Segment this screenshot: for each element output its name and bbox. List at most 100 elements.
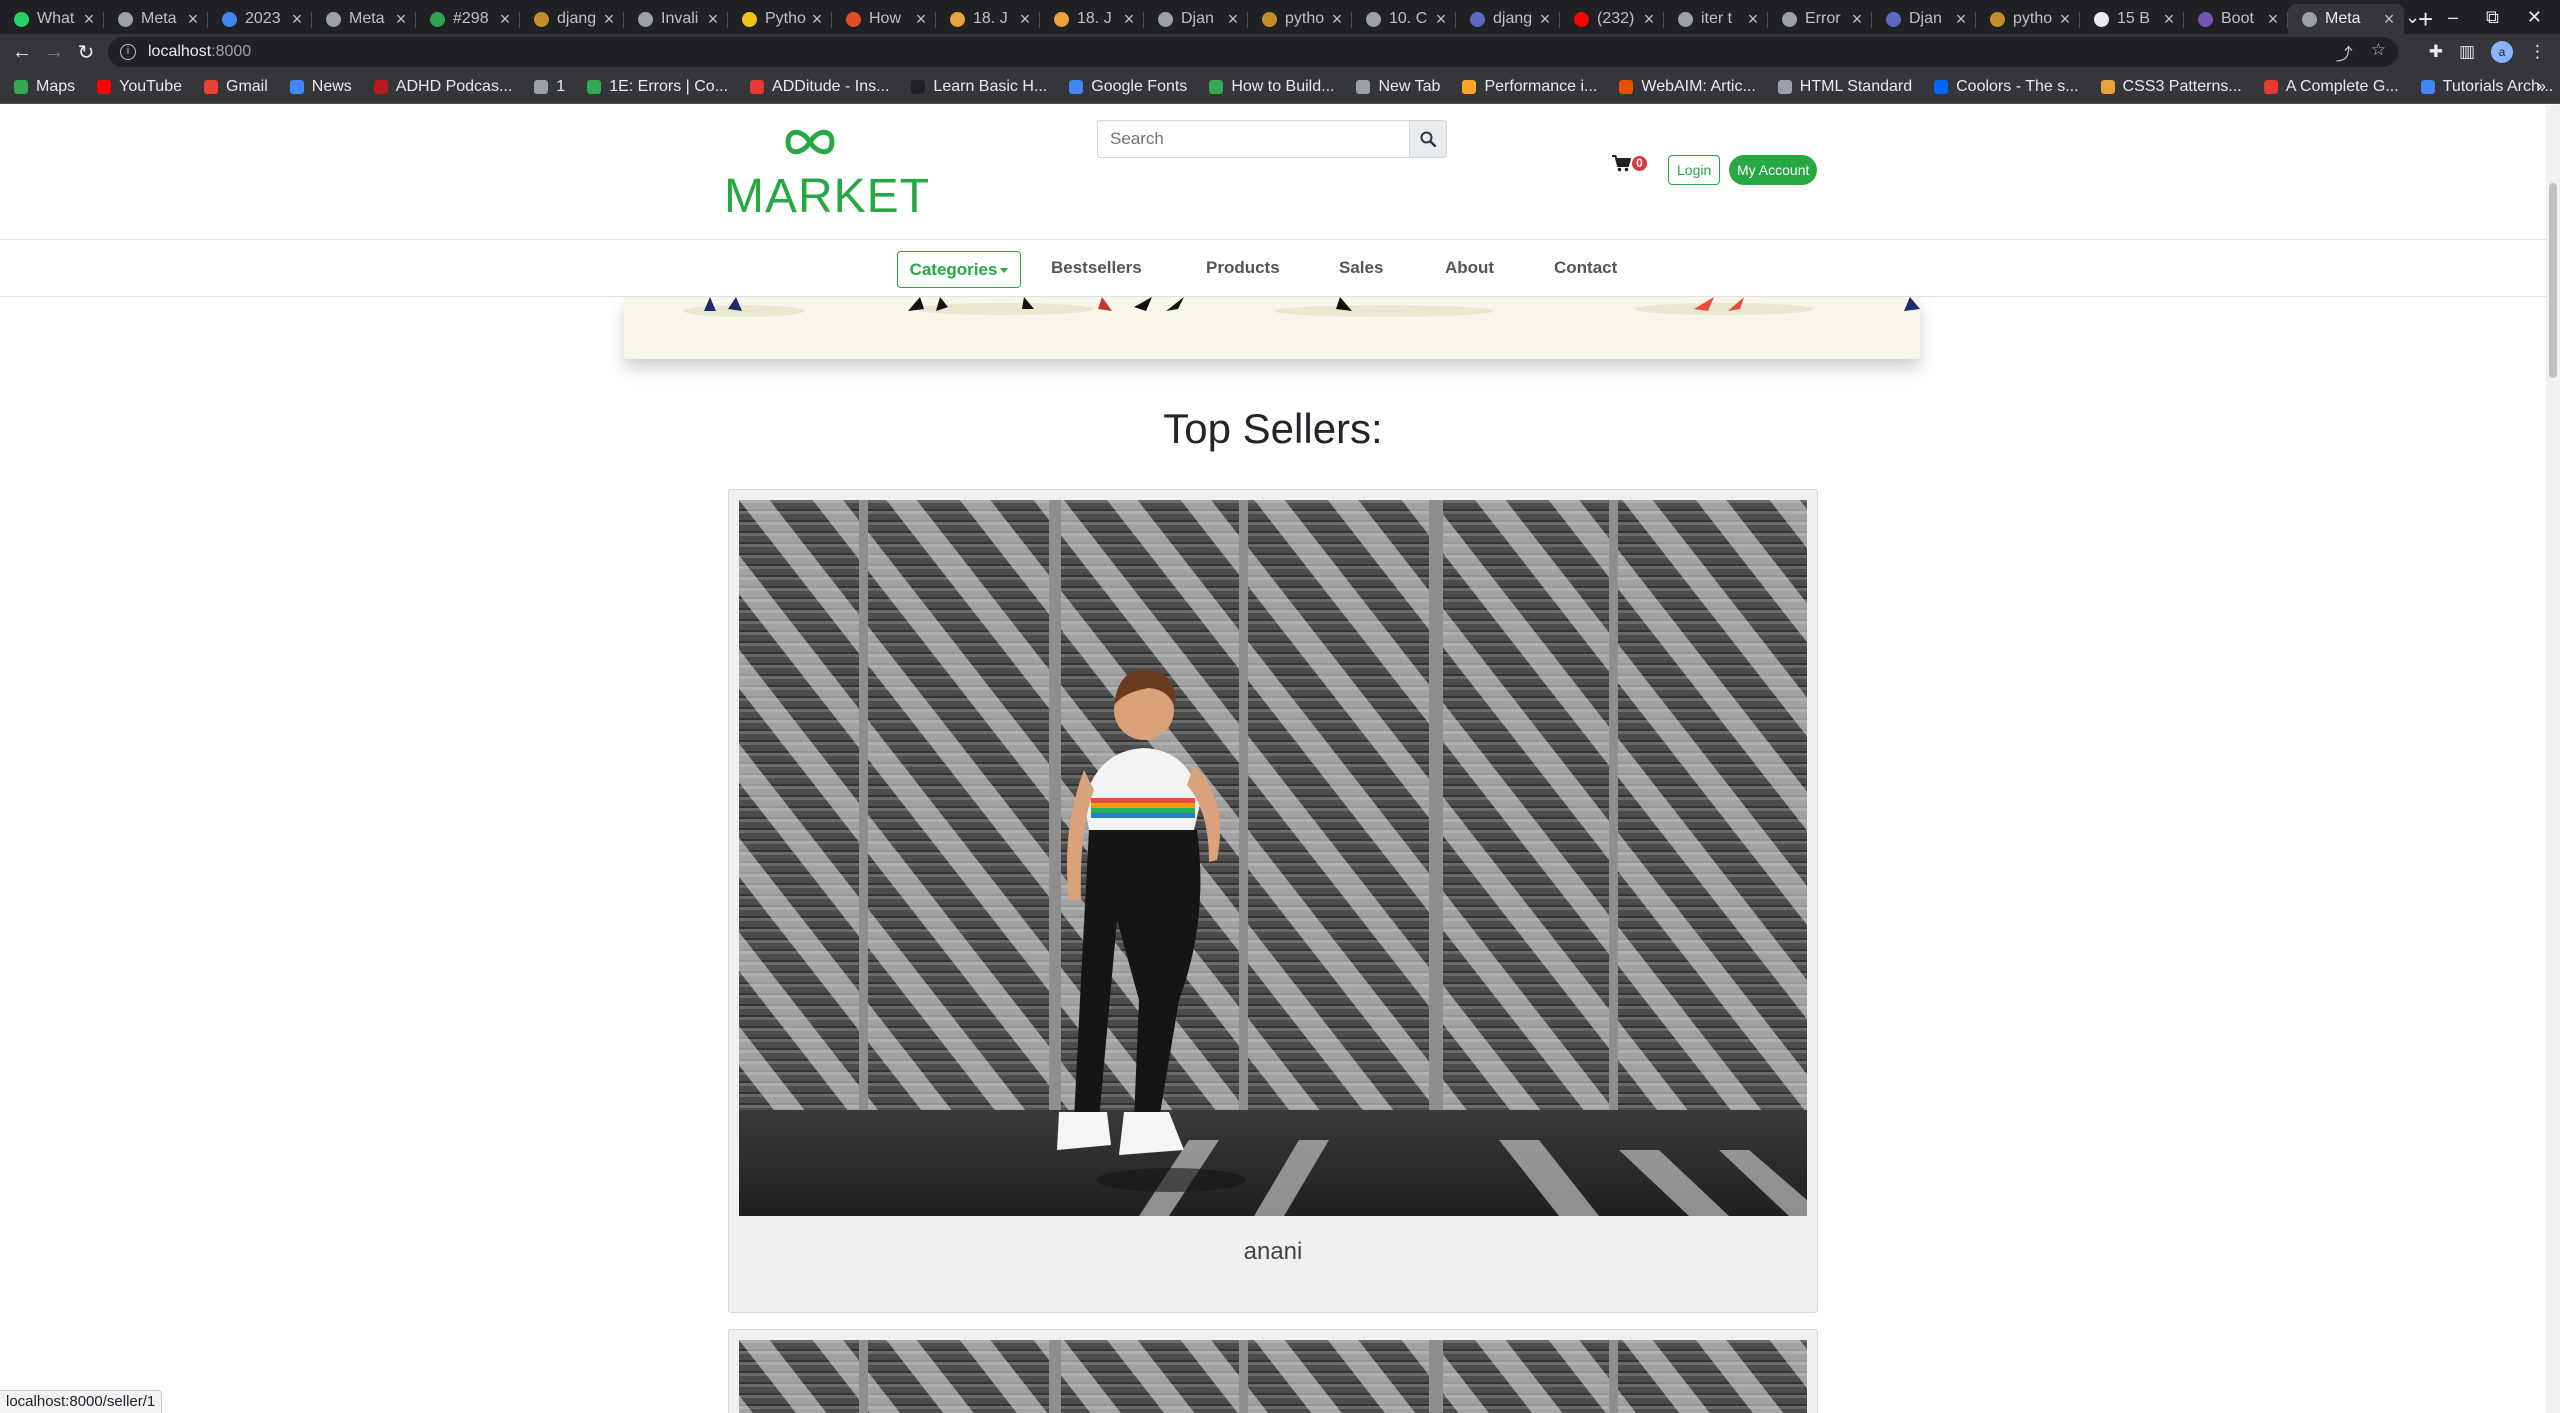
- forward-icon[interactable]: →: [38, 41, 70, 64]
- bookmark-item[interactable]: Maps: [14, 78, 75, 96]
- tab-close-icon[interactable]: ×: [1850, 9, 1864, 30]
- bookmarks-overflow-icon[interactable]: »: [2537, 78, 2546, 96]
- tab-close-icon[interactable]: ×: [2382, 9, 2396, 30]
- share-icon[interactable]: ⤴: [2336, 40, 2353, 65]
- bookmark-item[interactable]: YouTube: [97, 78, 182, 96]
- extensions-icon[interactable]: ✚: [2429, 42, 2443, 62]
- nav-link-sales[interactable]: Sales: [1339, 258, 1383, 278]
- seller-card[interactable]: [728, 1329, 1818, 1413]
- tab-close-icon[interactable]: ×: [1018, 9, 1032, 30]
- bookmark-item[interactable]: New Tab: [1356, 78, 1440, 96]
- search-button[interactable]: [1409, 120, 1447, 158]
- profile-avatar[interactable]: a: [2491, 41, 2513, 63]
- nav-link-contact[interactable]: Contact: [1554, 258, 1617, 278]
- address-url[interactable]: localhost:8000: [148, 43, 251, 61]
- browser-tab[interactable]: Boot ×: [2184, 4, 2288, 34]
- bookmark-item[interactable]: 1E: Errors | Co...: [587, 78, 728, 96]
- bookmark-item[interactable]: Google Fonts: [1069, 78, 1187, 96]
- bookmark-item[interactable]: Coolors - The s...: [1934, 78, 2079, 96]
- bookmark-item[interactable]: Performance i...: [1462, 78, 1597, 96]
- scrollbar-thumb[interactable]: [2549, 183, 2557, 378]
- browser-tab[interactable]: pytho ×: [1976, 4, 2080, 34]
- browser-tab[interactable]: Djan ×: [1144, 4, 1248, 34]
- reload-icon[interactable]: ↻: [70, 40, 102, 65]
- browser-tab[interactable]: Pytho ×: [728, 4, 832, 34]
- tab-close-icon[interactable]: ×: [602, 9, 616, 30]
- bookmark-item[interactable]: Gmail: [204, 78, 268, 96]
- browser-menu-icon[interactable]: ⋮: [2529, 42, 2546, 62]
- browser-tab[interactable]: 2023 ×: [208, 4, 312, 34]
- side-panel-icon[interactable]: ▥: [2459, 42, 2475, 62]
- seller-card[interactable]: anani: [728, 489, 1818, 1313]
- back-icon[interactable]: ←: [6, 41, 38, 64]
- browser-tab[interactable]: pytho ×: [1248, 4, 1352, 34]
- tab-close-icon[interactable]: ×: [1538, 9, 1552, 30]
- browser-tab-active[interactable]: Meta ×: [2288, 4, 2404, 34]
- page-scrollbar[interactable]: [2546, 105, 2560, 1413]
- bookmark-item[interactable]: Learn Basic H...: [911, 78, 1047, 96]
- tab-close-icon[interactable]: ×: [1226, 9, 1240, 30]
- browser-tab[interactable]: djang ×: [1456, 4, 1560, 34]
- browser-tab[interactable]: Error ×: [1768, 4, 1872, 34]
- tab-search-icon[interactable]: ⌄: [2405, 7, 2420, 28]
- browser-tab[interactable]: 15 B ×: [2080, 4, 2184, 34]
- browser-tab[interactable]: 18. J ×: [936, 4, 1040, 34]
- browser-tab[interactable]: #298 ×: [416, 4, 520, 34]
- cart-link[interactable]: 0: [1612, 155, 1647, 172]
- tab-close-icon[interactable]: ×: [82, 9, 96, 30]
- bookmark-item[interactable]: ADDitude - Ins...: [750, 78, 889, 96]
- browser-tab[interactable]: (232) ×: [1560, 4, 1664, 34]
- bookmark-item[interactable]: How to Build...: [1209, 78, 1334, 96]
- tab-close-icon[interactable]: ×: [706, 9, 720, 30]
- nav-link-products[interactable]: Products: [1206, 258, 1280, 278]
- tab-close-icon[interactable]: ×: [1434, 9, 1448, 30]
- tab-close-icon[interactable]: ×: [498, 9, 512, 30]
- login-button[interactable]: Login: [1668, 155, 1721, 185]
- tab-close-icon[interactable]: ×: [394, 9, 408, 30]
- restore-icon[interactable]: ⧉: [2486, 7, 2499, 28]
- site-info-icon[interactable]: i: [120, 44, 136, 60]
- browser-tab[interactable]: 18. J ×: [1040, 4, 1144, 34]
- tab-close-icon[interactable]: ×: [290, 9, 304, 30]
- bookmark-item[interactable]: ADHD Podcas...: [373, 78, 512, 96]
- tab-close-icon[interactable]: ×: [2058, 9, 2072, 30]
- browser-tab[interactable]: Meta ×: [104, 4, 208, 34]
- tab-close-icon[interactable]: ×: [1746, 9, 1760, 30]
- tab-close-icon[interactable]: ×: [2162, 9, 2176, 30]
- bookmark-item[interactable]: 1: [534, 78, 565, 96]
- minimize-icon[interactable]: –: [2448, 7, 2458, 28]
- seller-photo[interactable]: [739, 1340, 1807, 1413]
- browser-tab[interactable]: djang ×: [520, 4, 624, 34]
- seller-photo[interactable]: [739, 500, 1807, 1216]
- tab-close-icon[interactable]: ×: [2266, 9, 2280, 30]
- address-bar[interactable]: i localhost:8000 ⤴ ☆: [108, 37, 2398, 67]
- bookmark-item[interactable]: Tutorials Arch...: [2420, 78, 2553, 96]
- browser-tab[interactable]: How ×: [832, 4, 936, 34]
- my-account-button[interactable]: My Account: [1729, 155, 1818, 185]
- nav-link-about[interactable]: About: [1445, 258, 1494, 278]
- browser-tab[interactable]: Djan ×: [1872, 4, 1976, 34]
- browser-tab[interactable]: Meta ×: [312, 4, 416, 34]
- tab-close-icon[interactable]: ×: [1122, 9, 1136, 30]
- browser-tab[interactable]: What ×: [0, 4, 104, 34]
- browser-tab[interactable]: Invali ×: [624, 4, 728, 34]
- tab-close-icon[interactable]: ×: [810, 9, 824, 30]
- browser-tab[interactable]: 10. C ×: [1352, 4, 1456, 34]
- bookmark-star-icon[interactable]: ☆: [2371, 40, 2386, 65]
- tab-close-icon[interactable]: ×: [1954, 9, 1968, 30]
- seller-name[interactable]: anani: [729, 1238, 1817, 1266]
- bookmark-item[interactable]: WebAIM: Artic...: [1619, 78, 1756, 96]
- tab-close-icon[interactable]: ×: [1642, 9, 1656, 30]
- close-window-icon[interactable]: ✕: [2527, 7, 2542, 28]
- bookmark-item[interactable]: HTML Standard: [1777, 78, 1912, 96]
- site-logo[interactable]: MARKET: [724, 125, 929, 223]
- bookmark-item[interactable]: CSS3 Patterns...: [2100, 78, 2242, 96]
- tab-close-icon[interactable]: ×: [1330, 9, 1344, 30]
- categories-dropdown-button[interactable]: Categories: [897, 251, 1021, 288]
- bookmark-item[interactable]: News: [289, 78, 352, 96]
- search-input[interactable]: [1097, 120, 1409, 158]
- tab-close-icon[interactable]: ×: [914, 9, 928, 30]
- browser-tab[interactable]: iter t ×: [1664, 4, 1768, 34]
- nav-link-bestsellers[interactable]: Bestsellers: [1051, 258, 1142, 278]
- tab-close-icon[interactable]: ×: [186, 9, 200, 30]
